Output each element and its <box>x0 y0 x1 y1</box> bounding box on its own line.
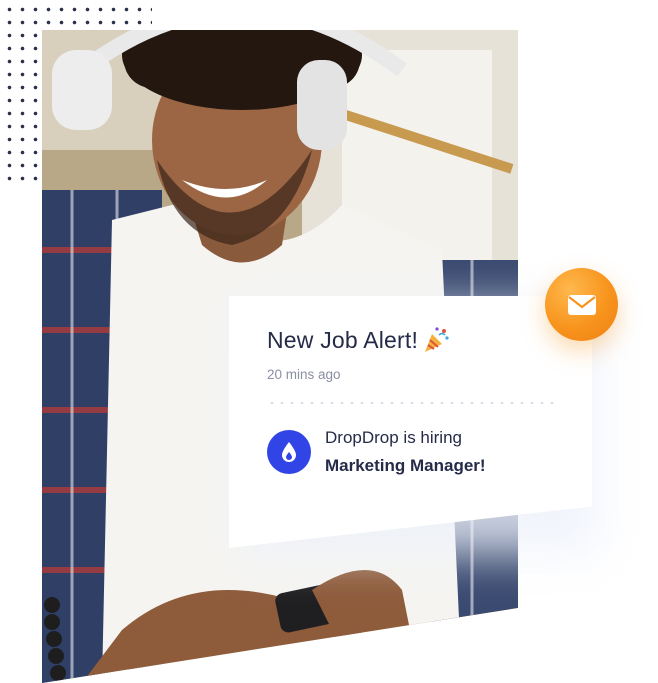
job-alert-hero: New Job Alert! 20 mins ago DropDrop is h… <box>0 0 658 683</box>
notification-title: New Job Alert! <box>267 326 419 353</box>
title-row: New Job Alert! <box>267 326 450 354</box>
party-popper-icon <box>425 327 449 352</box>
droplet-icon <box>282 442 296 462</box>
job-title: Marketing Manager! <box>325 456 486 475</box>
dotted-divider <box>267 402 557 404</box>
notification-time: 20 mins ago <box>267 367 341 382</box>
company-logo <box>267 430 311 474</box>
hiring-message: DropDrop is hiring <box>325 428 462 447</box>
notification-card[interactable]: New Job Alert! 20 mins ago DropDrop is h… <box>229 296 592 548</box>
mail-badge[interactable] <box>545 268 618 341</box>
envelope-icon <box>567 294 596 315</box>
